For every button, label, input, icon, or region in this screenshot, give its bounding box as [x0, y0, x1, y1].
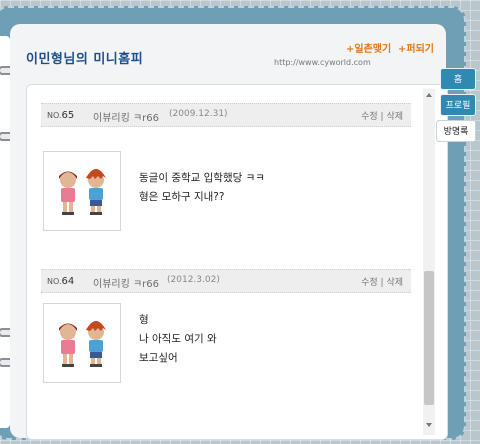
scroll-up-arrow-icon[interactable]	[426, 93, 432, 97]
minimi-avatar	[43, 151, 121, 231]
entry-header: NO.65 이뷰리킹 ㅋr66 (2009.12.31) 수정 | 삭제	[41, 103, 411, 127]
scrollbar-thumb[interactable]	[424, 271, 434, 405]
main-page: 이민형님의 미니홈피 +일촌맺기 +퍼되기 http://www.cyworld…	[10, 24, 448, 440]
tab-guestbook[interactable]: 방명록	[436, 120, 476, 142]
site-url[interactable]: http://www.cyworld.com	[274, 58, 371, 67]
minihompy-frame: 이민형님의 미니홈피 +일촌맺기 +퍼되기 http://www.cyworld…	[0, 6, 466, 440]
entry-author[interactable]: 이뷰리킹 ㅋr66	[93, 109, 159, 124]
minimi-avatar	[43, 303, 121, 383]
entry-actions[interactable]: 수정 | 삭제	[361, 275, 403, 288]
page-title: 이민형님의 미니홈피	[26, 52, 144, 67]
entry-message: 형 나 아직도 여기 와 보고싶어	[139, 314, 217, 364]
guestbook-content: NO.65 이뷰리킹 ㅋr66 (2009.12.31) 수정 | 삭제 동글이…	[26, 84, 448, 440]
header: 이민형님의 미니홈피 +일촌맺기 +퍼되기 http://www.cyworld…	[10, 24, 446, 70]
pado-link[interactable]: +퍼되기	[398, 40, 434, 55]
entry-date: (2012.3.02)	[167, 275, 220, 285]
scroll-down-arrow-icon[interactable]	[426, 423, 432, 427]
ilchon-link[interactable]: +일촌맺기	[346, 40, 391, 55]
boy-and-girl-minimi-icon	[59, 321, 106, 367]
tab-profile[interactable]: 프로필	[440, 94, 476, 116]
entry-actions[interactable]: 수정 | 삭제	[361, 109, 403, 122]
tab-home[interactable]: 홈	[440, 68, 476, 90]
boy-and-girl-minimi-icon	[59, 169, 106, 215]
left-page-edge	[0, 36, 10, 428]
entry-number: NO.65	[47, 110, 75, 121]
entry-author[interactable]: 이뷰리킹 ㅋr66	[93, 275, 159, 290]
entry-message: 동글이 중학교 입학했당 ㅋㅋ 형은 모하구 지내??	[139, 172, 265, 203]
entry-number: NO.64	[47, 276, 75, 287]
entry-date: (2009.12.31)	[169, 109, 228, 119]
entry-header: NO.64 이뷰리킹 ㅋr66 (2012.3.02) 수정 | 삭제	[41, 269, 411, 293]
